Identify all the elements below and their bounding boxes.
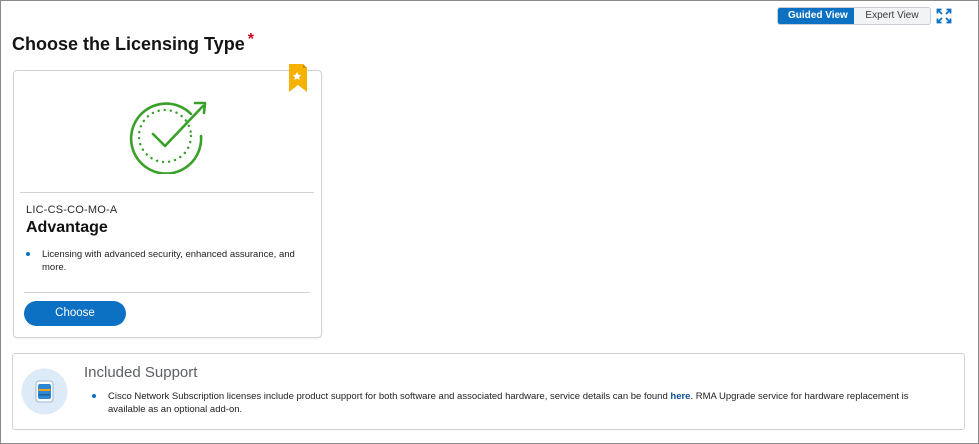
star-ribbon-icon — [289, 64, 307, 92]
bullet-icon — [92, 394, 96, 398]
card-divider — [24, 292, 310, 293]
page-title: Choose the Licensing Type * — [12, 31, 254, 55]
expert-view-button[interactable]: Expert View — [854, 8, 930, 24]
required-marker: * — [247, 31, 254, 48]
support-description: Cisco Network Subscription licenses incl… — [108, 390, 948, 416]
choose-button[interactable]: Choose — [24, 301, 126, 326]
card-divider — [20, 192, 314, 193]
support-text-before: Cisco Network Subscription licenses incl… — [108, 391, 671, 402]
check-circle-icon — [129, 101, 207, 174]
license-name: Advantage — [26, 219, 108, 236]
server-icon — [21, 368, 68, 415]
expand-icon[interactable] — [936, 8, 952, 24]
page-title-text: Choose the Licensing Type — [12, 34, 245, 54]
license-feature-text: Licensing with advanced security, enhanc… — [42, 249, 295, 273]
support-title: Included Support — [84, 364, 198, 381]
bullet-icon — [26, 252, 30, 256]
support-details-link[interactable]: here — [670, 391, 690, 402]
license-sku: LIC-CS-CO-MO-A — [26, 204, 118, 216]
view-toggle: Guided View Expert View — [777, 7, 931, 25]
license-feature-item: Licensing with advanced security, enhanc… — [26, 248, 310, 274]
guided-view-button[interactable]: Guided View — [778, 8, 854, 24]
